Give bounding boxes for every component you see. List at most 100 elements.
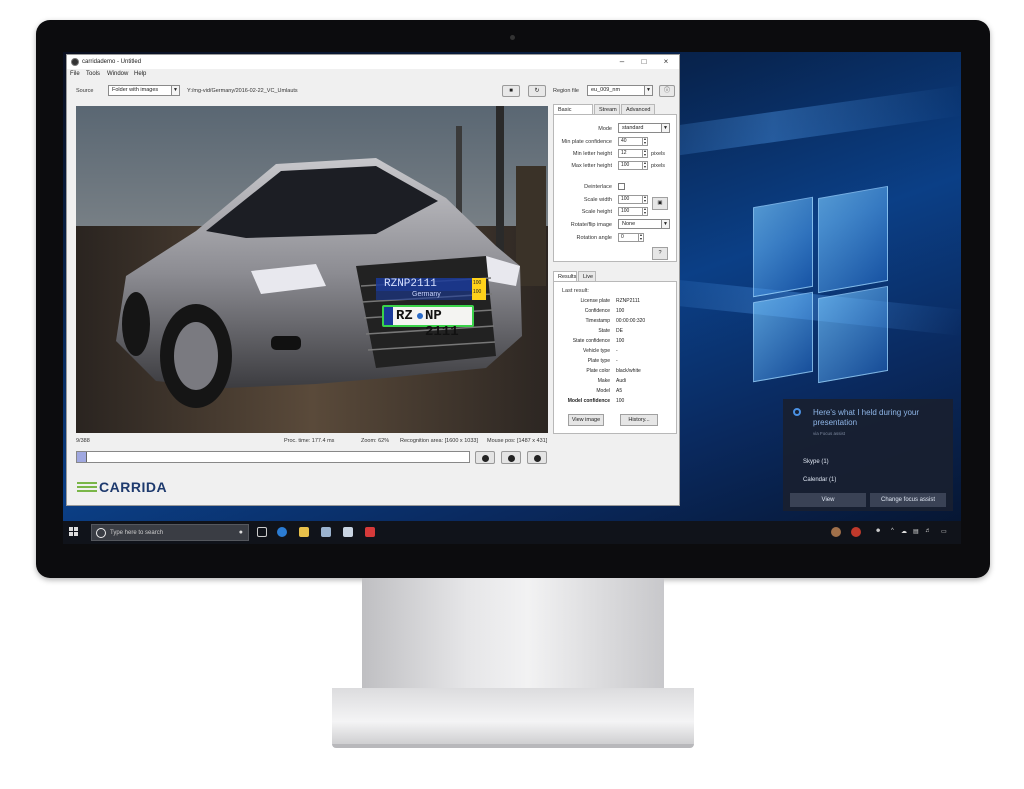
result-value: 00:00:00:320 [616,318,646,324]
source-select[interactable]: Folder with images ▼ [108,85,180,96]
tab-results[interactable]: Results [553,271,577,281]
focus-assist-notification[interactable]: Here's what I held during your presentat… [783,399,953,511]
action-center-icon[interactable]: ▭ [941,528,947,535]
scale-height-stepper[interactable]: 100 ▲ ▼ [618,207,648,216]
rotate-flip-select[interactable]: None ▼ [618,219,670,229]
toolbar: Source Folder with images ▼ Y:/mg-vid/Ger… [67,82,679,100]
network-icon[interactable]: ▤ [913,528,919,535]
play-icon [508,455,515,462]
chevron-down-icon: ▼ [661,220,669,228]
menu-window[interactable]: Window [107,71,128,77]
chevron-down-icon: ▼ [661,124,669,132]
menu-help[interactable]: Help [134,71,146,77]
registration-seal-icon [417,313,423,319]
window-title: carridademo - Untitled [82,59,142,65]
result-key: Vehicle type [583,348,610,354]
plate-recognized-label: RZNP2111 [376,278,472,291]
car-photo [76,106,548,433]
tab-stream[interactable]: Stream [594,104,620,114]
cloud-icon[interactable]: ☁ [901,528,907,535]
stop-button[interactable] [527,451,547,464]
lock-icon[interactable]: ▣ [652,197,668,210]
zoom-level: Zoom: 62% [361,438,390,444]
people-avatar-icon-2[interactable] [851,527,861,537]
recognition-area: Recognition area: [1600 x 1033] [400,438,478,444]
result-key: Model confidence [567,398,610,404]
people-icon[interactable]: ☻ [875,528,881,534]
windows-start-icon[interactable] [69,527,79,537]
deinterlace-checkbox[interactable] [618,183,625,190]
scale-width-stepper[interactable]: 100 ▲ ▼ [618,195,648,204]
min-plate-confidence-label: Min plate confidence [561,139,612,145]
people-avatar-icon[interactable] [831,527,841,537]
max-letter-height-stepper[interactable]: 100 ▲ ▼ [618,161,648,170]
volume-icon[interactable]: ♬ [925,528,931,534]
minimize-button[interactable]: – [615,57,629,67]
microphone-icon[interactable]: ● [239,529,243,536]
result-key: Plate color [586,368,610,374]
result-value: - [616,348,618,354]
history-button[interactable]: History... [620,414,658,426]
store-icon[interactable] [321,527,331,537]
view-image-button[interactable]: View image [568,414,604,426]
scale-height-label: Scale height [581,209,612,215]
result-row: Vehicle type - [554,347,676,357]
min-plate-confidence-stepper[interactable]: 40 ▲ ▼ [618,137,648,146]
file-explorer-icon[interactable] [299,527,309,537]
max-letter-height-label: Max letter height [571,163,612,169]
notification-item-calendar[interactable]: Calendar (1) [803,477,836,483]
mode-select[interactable]: standard ▼ [618,123,670,133]
info-icon[interactable]: ⓘ [659,85,675,97]
mail-icon[interactable] [343,527,353,537]
result-key: Model [596,388,610,394]
result-value: - [616,358,618,364]
rotate-flip-label: Rotate/flip image [570,222,612,228]
office-app-icon[interactable] [365,527,375,537]
task-view-icon[interactable] [257,527,267,537]
result-row: Model confidence 100 [554,397,676,407]
min-letter-height-stepper[interactable]: 12 ▲ ▼ [618,149,648,158]
taskbar-search-input[interactable]: Type here to search ● [91,524,249,541]
results-panel: Last result: License plate RZNP2111 Confid… [553,281,677,434]
result-key: Plate type [587,358,610,364]
logo-text: CARRIDA [99,479,168,495]
maximize-button[interactable]: □ [637,57,651,67]
tab-advanced[interactable]: Advanced [621,104,655,114]
close-button[interactable]: × [659,57,673,67]
tab-live[interactable]: Live [578,271,596,281]
view-button[interactable]: View [790,493,866,507]
menu-file[interactable]: File [70,71,80,77]
play-button[interactable] [501,451,521,464]
rotation-angle-stepper[interactable]: 0 ▲ ▼ [618,233,644,242]
previous-frame-button[interactable] [475,451,495,464]
cortana-icon [793,408,801,416]
folder-icon[interactable]: ■ [502,85,520,97]
result-key: License plate [580,298,610,304]
edge-browser-icon[interactable] [277,527,287,537]
tray-chevron-icon[interactable]: ^ [891,528,894,534]
slider-handle[interactable] [77,452,87,462]
menu-tools[interactable]: Tools [86,71,100,77]
tab-basic-settings[interactable]: Basic settings [553,104,593,123]
title-bar[interactable]: carridademo - Untitled – □ × [67,55,679,69]
refresh-icon[interactable]: ↻ [528,85,546,97]
webcam [510,35,515,40]
rotation-angle-label: Rotation angle [576,235,612,241]
region-file-select[interactable]: eu_009_nm ▼ [587,85,653,96]
app-icon [71,58,79,66]
notification-title: Here's what I held during your presentat… [813,408,920,427]
notification-item-skype[interactable]: Skype (1) [803,459,829,465]
frame-slider[interactable] [76,451,470,463]
status-bar: 9/388 Proc. time: 177.4 ms Zoom: 62% Rec… [76,437,547,447]
result-value: RZNP2111 [616,298,640,304]
result-row: License plate RZNP2111 [554,297,676,307]
last-result-header: Last result: [562,288,589,294]
eu-band-icon [384,307,393,325]
notification-subtitle: via Focus assist [813,431,846,436]
change-focus-assist-button[interactable]: Change focus assist [870,493,946,507]
pixels-unit-label: pixels [651,163,666,169]
camera-image-view[interactable]: RZNP2111 Germany 100 100 RZ NP 2111 [76,106,548,433]
result-row: Timestamp 00:00:00:320 [554,317,676,327]
help-icon[interactable]: ? [652,247,668,260]
carrida-demo-window: carridademo - Untitled – □ × File Tools … [66,54,680,506]
